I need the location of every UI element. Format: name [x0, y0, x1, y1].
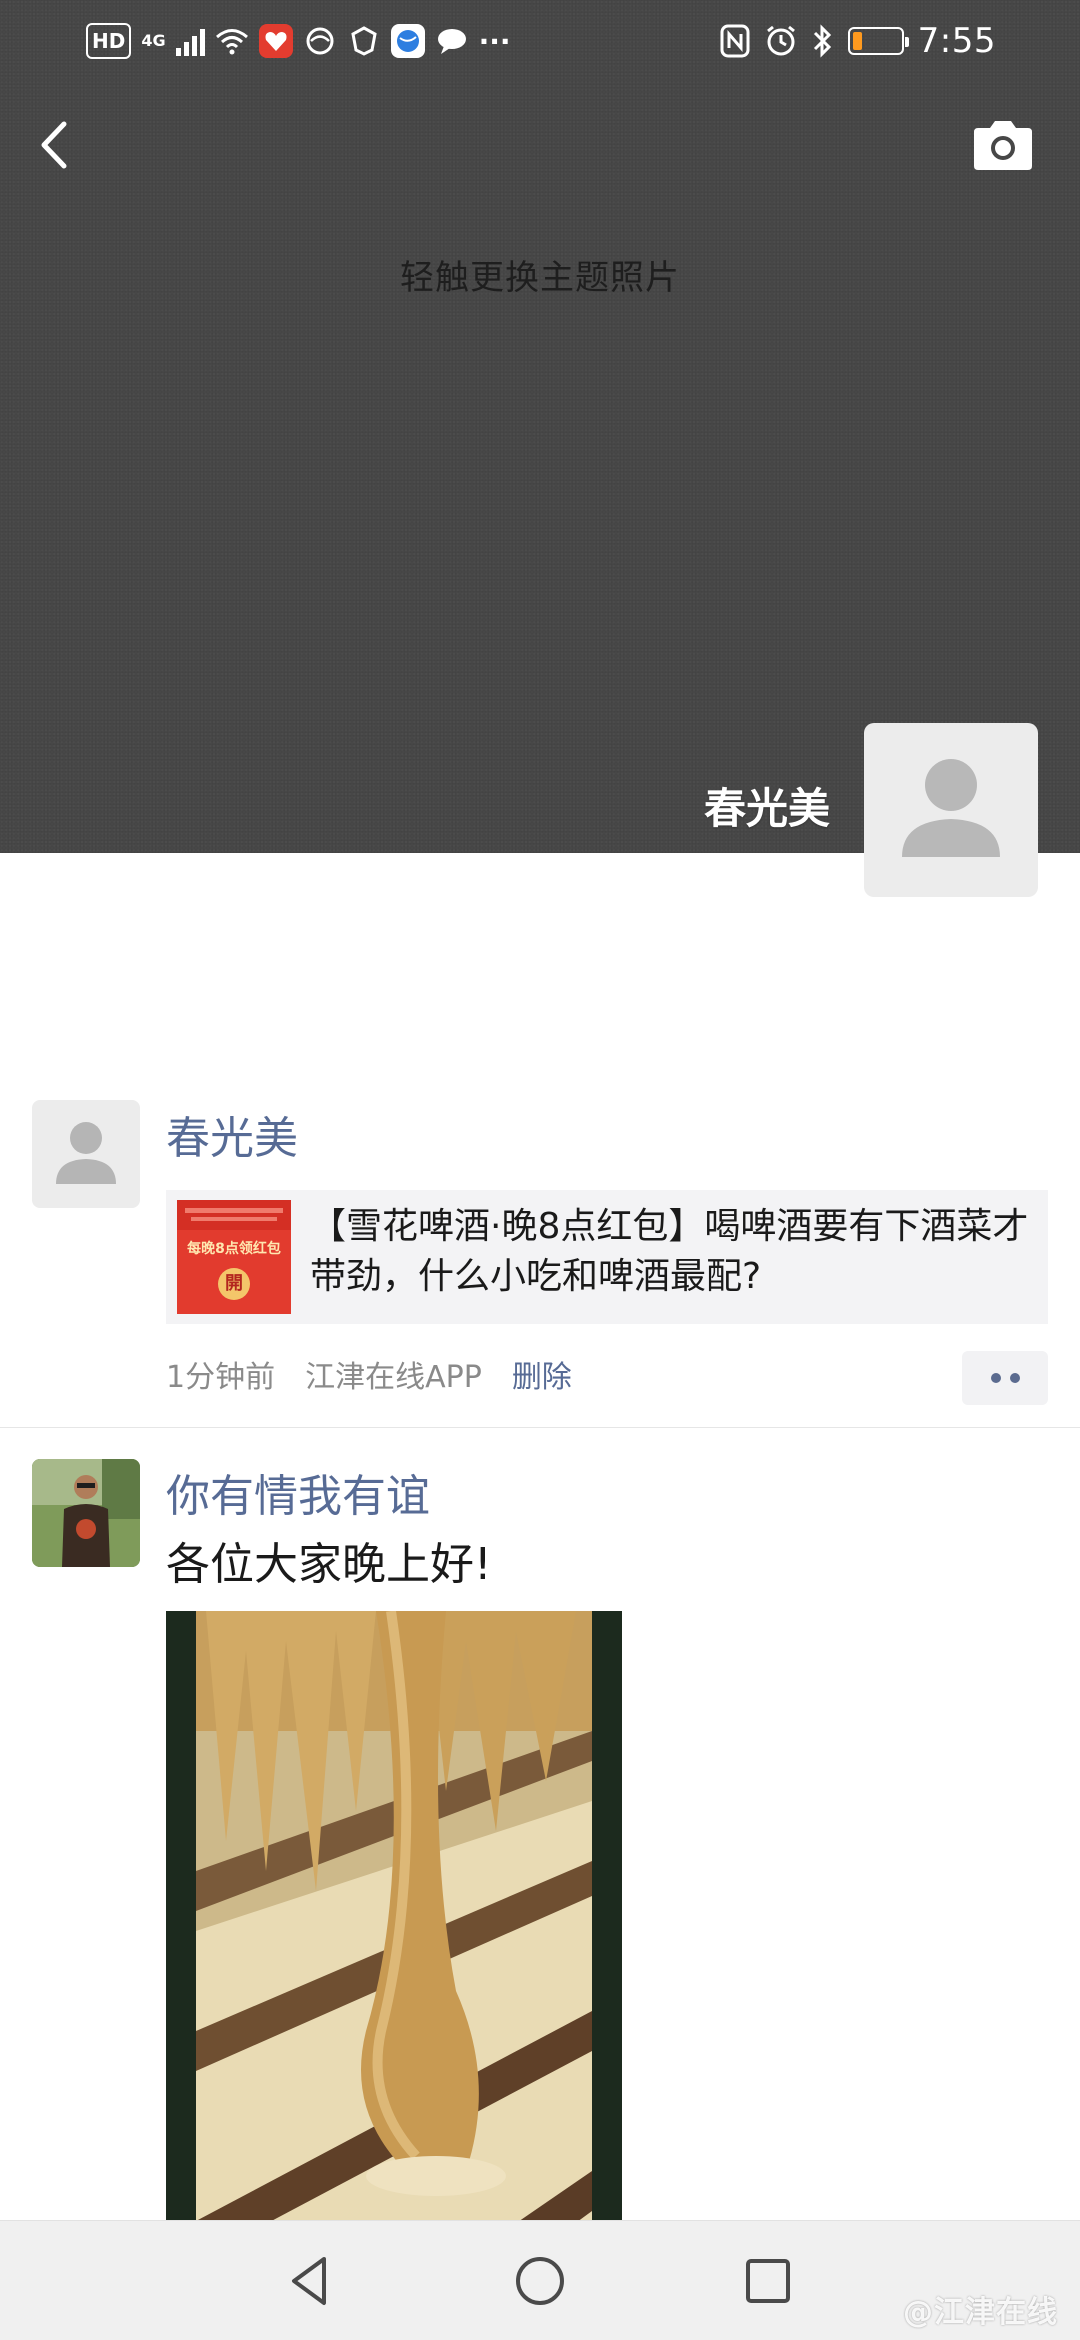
- camera-button[interactable]: [970, 118, 1036, 174]
- author-name[interactable]: 你有情我有谊: [166, 1460, 430, 1524]
- signal-icon: [175, 26, 205, 56]
- camera-icon: [974, 121, 1032, 170]
- chat-bubble-icon: [435, 24, 469, 58]
- nav-recents-button[interactable]: [738, 2251, 798, 2311]
- moment-post: 你有情我有谊 各位大家晚上好!: [0, 1428, 1080, 2340]
- default-avatar-icon: [56, 1122, 116, 1184]
- nav-back-button[interactable]: [280, 2251, 340, 2311]
- browser-app-icon: [303, 24, 337, 58]
- triangle-back-icon: [292, 2257, 326, 2305]
- post-source: 江津在线APP: [305, 1360, 482, 1395]
- status-right: 7:55: [720, 20, 996, 62]
- dot-icon: [990, 1373, 1001, 1383]
- post-time: 1分钟前: [166, 1360, 276, 1395]
- alarm-icon: [764, 23, 798, 59]
- change-cover-hint[interactable]: 轻触更换主题照片: [0, 250, 1080, 299]
- globe-app-icon: [390, 24, 425, 58]
- moment-post: 春光美 每晚8点领红包 開 【雪花啤酒·晚8点红包】喝啤酒要有下酒菜才带劲，什么…: [0, 1100, 1080, 1428]
- share-thumb-caption: 每晚8点领红包: [187, 1241, 281, 1257]
- open-button-text: 開: [225, 1273, 243, 1294]
- network-type-icon: 4G: [141, 31, 166, 50]
- share-thumbnail: 每晚8点领红包 開: [177, 1200, 291, 1314]
- share-title: 【雪花啤酒·晚8点红包】喝啤酒要有下酒菜才带劲，什么小吃和啤酒最配?: [310, 1206, 1029, 1297]
- shield-app-icon: [347, 24, 381, 58]
- author-avatar[interactable]: [32, 1100, 140, 1208]
- author-name[interactable]: 春光美: [166, 1102, 298, 1166]
- circle-home-icon: [516, 2257, 564, 2305]
- moments-page: HD 4G ··· 7:55 轻触更换主题照片 春光美 春光美 每晚8点领红包 …: [0, 0, 1080, 2340]
- bluetooth-icon: [812, 23, 834, 59]
- status-bar: HD 4G ··· 7:55: [0, 0, 1080, 80]
- status-left: HD 4G ···: [86, 20, 511, 62]
- author-avatar[interactable]: [32, 1459, 140, 1567]
- battery-icon: [847, 27, 909, 55]
- chevron-left-icon: [41, 121, 67, 169]
- nfc-icon: [720, 23, 750, 59]
- watermark: @江津在线: [903, 2295, 1058, 2330]
- hd-icon: HD: [86, 23, 132, 59]
- default-avatar-icon: [902, 759, 1000, 857]
- profile-name[interactable]: 春光美: [704, 775, 830, 836]
- nav-home-button[interactable]: [510, 2251, 570, 2311]
- person-photo: [32, 1459, 140, 1567]
- back-button[interactable]: [30, 114, 80, 176]
- status-time: 7:55: [917, 21, 996, 61]
- shared-link-card[interactable]: 每晚8点领红包 開 【雪花啤酒·晚8点红包】喝啤酒要有下酒菜才带劲，什么小吃和啤…: [166, 1190, 1048, 1324]
- comment-like-button[interactable]: [962, 1351, 1048, 1405]
- more-notifications-icon: ···: [478, 24, 511, 58]
- post-meta: 1分钟前 江津在线APP 删除: [166, 1358, 572, 1398]
- red-app-icon: [258, 24, 293, 58]
- dot-icon: [1009, 1373, 1020, 1383]
- post-text: 各位大家晚上好!: [166, 1539, 492, 1590]
- delete-link[interactable]: 删除: [512, 1358, 572, 1398]
- wifi-icon: [215, 23, 249, 59]
- square-recents-icon: [746, 2259, 790, 2303]
- profile-avatar[interactable]: [864, 723, 1038, 897]
